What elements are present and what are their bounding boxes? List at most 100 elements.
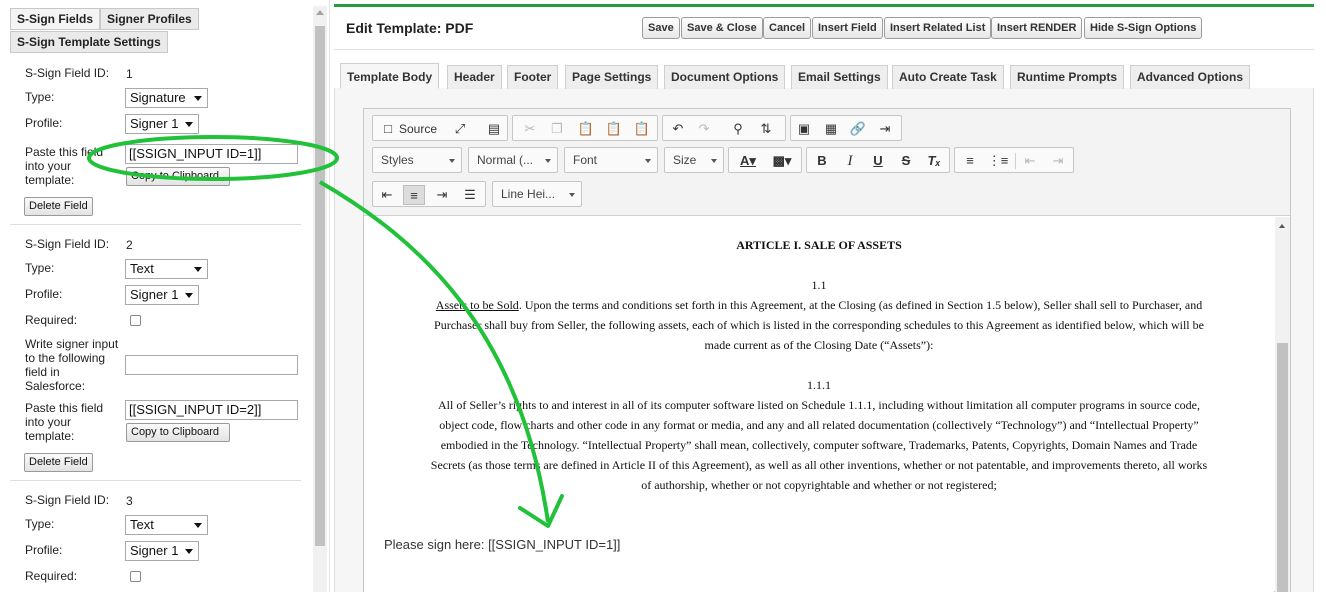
tab-auto-create-task[interactable]: Auto Create Task	[892, 65, 1004, 89]
strikethrough-icon[interactable]: S	[895, 151, 917, 171]
font-dropdown[interactable]: Font	[564, 147, 658, 173]
field-code-input[interactable]: [[SSIGN_INPUT ID=2]]	[125, 400, 298, 420]
paste-label-line2: into your	[25, 415, 72, 429]
align-right-icon[interactable]: ⇥	[431, 185, 453, 205]
table-icon[interactable]: ▦	[820, 119, 842, 139]
styles-dropdown[interactable]: Styles	[372, 147, 462, 173]
paragraph-line: of authorship, whether or not copyrighta…	[641, 478, 997, 492]
tab-page-settings[interactable]: Page Settings	[565, 65, 659, 89]
underline-icon[interactable]: U	[867, 151, 889, 171]
type-label: Type:	[25, 90, 55, 104]
profile-select[interactable]: Signer 1	[125, 285, 199, 305]
chevron-down-icon	[194, 267, 202, 272]
replace-icon[interactable]: ⇅	[755, 119, 777, 139]
tab-advanced-options[interactable]: Advanced Options	[1130, 65, 1251, 89]
tab-footer[interactable]: Footer	[507, 65, 559, 89]
document-scrollbar[interactable]	[1275, 217, 1290, 592]
insert-related-list-button[interactable]: Insert Related List	[884, 17, 992, 39]
link-icon[interactable]: 🔗	[847, 119, 869, 139]
align-center-icon[interactable]: ≡	[403, 185, 425, 205]
image-icon[interactable]: ▣	[793, 119, 815, 139]
type-select[interactable]: Signature	[125, 88, 208, 108]
toolbar-group-clipboard: ✂ ❐ 📋 📋 📋	[512, 115, 658, 141]
font-dropdown-label: Font	[573, 153, 598, 167]
numbered-list-icon[interactable]: ≡	[959, 151, 981, 171]
find-icon[interactable]: ⚲	[727, 119, 749, 139]
page-break-icon[interactable]: ⇥	[874, 119, 896, 139]
header-accent-bar	[334, 4, 1314, 7]
justify-icon[interactable]: ☰	[459, 185, 481, 205]
paste-label-line2: into your	[25, 159, 72, 173]
tab-document-options[interactable]: Document Options	[664, 65, 786, 89]
field-id-value: 2	[126, 238, 133, 252]
copy-to-clipboard-button[interactable]: Copy to Clipboard	[126, 167, 230, 186]
hide-ssign-options-button[interactable]: Hide S-Sign Options	[1084, 17, 1203, 39]
save-close-button[interactable]: Save & Close	[681, 17, 763, 39]
tab-sign-fields[interactable]: S-Sign Fields	[10, 8, 101, 30]
profile-label: Profile:	[25, 543, 63, 557]
paste-label-line1: Paste this field	[25, 145, 104, 159]
required-checkbox[interactable]	[130, 315, 141, 326]
format-dropdown[interactable]: Normal (...	[468, 147, 558, 173]
type-select[interactable]: Text	[125, 515, 208, 535]
type-select[interactable]: Text	[125, 259, 208, 279]
italic-icon[interactable]: I	[839, 151, 861, 171]
profile-select[interactable]: Signer 1	[125, 114, 199, 134]
save-button[interactable]: Save	[642, 17, 680, 39]
chevron-down-icon	[185, 293, 193, 298]
profile-select[interactable]: Signer 1	[125, 541, 199, 561]
scroll-thumb[interactable]	[315, 26, 325, 546]
paragraph-line: Purchaser shall buy from Seller, the fol…	[434, 318, 1204, 332]
cancel-button[interactable]: Cancel	[763, 17, 812, 39]
write-label-line1: Write signer input	[25, 337, 119, 351]
section-number: 1.1.1	[807, 378, 831, 392]
text-color-icon[interactable]: A▾	[733, 151, 763, 171]
insert-render-button[interactable]: Insert RENDER	[991, 17, 1083, 39]
tab-template-settings[interactable]: S-Sign Template Settings	[10, 31, 168, 53]
required-checkbox[interactable]	[130, 571, 141, 582]
field-id-value: 1	[126, 67, 133, 81]
chevron-down-icon	[194, 96, 202, 101]
undo-icon[interactable]: ↶	[667, 119, 689, 139]
paste-word-icon[interactable]: 📋	[631, 119, 653, 139]
bold-icon[interactable]: B	[811, 151, 833, 171]
increase-indent-icon[interactable]: ⇥	[1047, 151, 1069, 171]
scroll-up-icon[interactable]	[316, 10, 324, 15]
left-tabs: S-Sign Fields Signer Profiles S-Sign Tem…	[10, 8, 310, 58]
maximize-icon[interactable]: ⤢	[449, 119, 471, 139]
bulleted-list-icon[interactable]: ⋮≡	[987, 151, 1009, 171]
tab-signer-profiles[interactable]: Signer Profiles	[100, 8, 199, 30]
copy-icon[interactable]: ❐	[546, 119, 568, 139]
line-height-dropdown[interactable]: Line Hei...	[492, 181, 582, 207]
show-blocks-icon[interactable]: ▤	[483, 119, 505, 139]
editor-toolbar: □ Source ⤢ ▤ ✂ ❐ 📋 📋 📋 ↶ ↷ ⚲ ⇅ ▣ ▦ 🔗 ⇥ S…	[364, 109, 1290, 216]
tab-header[interactable]: Header	[447, 65, 502, 89]
copy-to-clipboard-button[interactable]: Copy to Clipboard	[126, 423, 230, 442]
delete-field-button[interactable]: Delete Field	[24, 453, 93, 472]
tab-template-body[interactable]: Template Body	[340, 63, 440, 89]
field-separator	[10, 224, 301, 225]
paste-text-icon[interactable]: 📋	[603, 119, 625, 139]
scroll-up-icon[interactable]	[1279, 224, 1285, 228]
size-dropdown[interactable]: Size	[664, 147, 724, 173]
delete-field-button[interactable]: Delete Field	[24, 197, 93, 216]
cut-icon[interactable]: ✂	[519, 119, 541, 139]
insert-field-button[interactable]: Insert Field	[812, 17, 883, 39]
remove-format-icon[interactable]: Tₓ	[923, 151, 945, 171]
source-button[interactable]: Source	[395, 119, 441, 139]
salesforce-field-input[interactable]	[125, 355, 298, 375]
toolbar-group-colors: A▾ ▩▾	[728, 147, 802, 173]
tab-email-settings[interactable]: Email Settings	[791, 65, 888, 89]
align-left-icon[interactable]: ⇤	[376, 185, 398, 205]
background-color-icon[interactable]: ▩▾	[767, 151, 797, 171]
tab-runtime-prompts[interactable]: Runtime Prompts	[1010, 65, 1125, 89]
scroll-thumb[interactable]	[1277, 343, 1288, 592]
document-body[interactable]: ARTICLE I. SALE OF ASSETS 1.1 Assets to …	[364, 217, 1274, 592]
left-panel-scrollbar[interactable]	[313, 6, 327, 592]
field-code-input[interactable]: [[SSIGN_INPUT ID=1]]	[125, 144, 298, 164]
line-height-dropdown-label: Line Hei...	[501, 187, 556, 201]
redo-icon[interactable]: ↷	[693, 119, 715, 139]
decrease-indent-icon[interactable]: ⇤	[1019, 151, 1041, 171]
paste-label-line3: template:	[25, 173, 75, 187]
paste-icon[interactable]: 📋	[575, 119, 597, 139]
